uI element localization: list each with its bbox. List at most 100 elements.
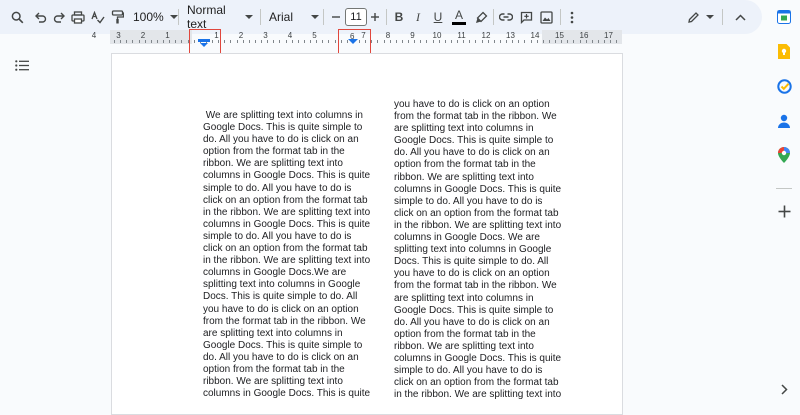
divider [260, 9, 261, 25]
ruler-tick [181, 40, 182, 43]
ruler-tick [420, 40, 421, 43]
add-icon[interactable] [776, 203, 792, 219]
ruler-tick [145, 40, 146, 43]
chevron-down-icon [311, 15, 319, 19]
ruler-tick [494, 40, 495, 43]
ruler-tick [377, 40, 378, 43]
divider [560, 9, 561, 25]
bold-icon[interactable]: B [392, 0, 406, 34]
ruler-tick [304, 40, 305, 43]
ruler-tick [151, 40, 152, 43]
underline-icon[interactable]: U [431, 0, 445, 34]
ruler-tick [512, 40, 513, 43]
ruler-number: 1 [165, 31, 170, 40]
ruler-tick [237, 40, 238, 43]
spellcheck-icon[interactable] [89, 0, 107, 34]
ruler-number: 4 [287, 31, 293, 40]
ruler-tick [114, 40, 115, 43]
document-page[interactable]: We are splitting text into columns in Go… [111, 53, 623, 415]
ruler-tick [139, 40, 140, 43]
ruler-tick [592, 40, 593, 43]
edit-mode-icon[interactable] [685, 0, 715, 34]
ruler-tick [390, 40, 391, 43]
link-icon[interactable] [498, 0, 514, 34]
toolbar: 100% Normal text Arial 11 B I U A [0, 0, 762, 34]
ruler-tick [567, 40, 568, 43]
ruler-tick [586, 40, 587, 43]
ruler-tick [402, 40, 403, 43]
expand-arrow-icon[interactable] [776, 381, 792, 397]
ruler-tick [604, 40, 605, 43]
ruler-tick [543, 40, 544, 43]
font-select[interactable]: Arial [269, 0, 319, 34]
font-size-input[interactable]: 11 [345, 8, 367, 26]
ruler-number: 16 [579, 31, 589, 40]
ruler-number: 14 [530, 31, 540, 40]
undo-icon[interactable] [31, 0, 49, 34]
contacts-icon[interactable] [776, 113, 792, 129]
ruler-tick [457, 40, 458, 43]
ruler-number: 2 [140, 31, 146, 40]
ruler-number: 3 [263, 31, 268, 40]
ruler-number: 15 [555, 31, 564, 40]
ruler-tick [616, 40, 617, 43]
ruler-tick [286, 40, 287, 43]
ruler-number: 10 [432, 31, 442, 40]
left-indent-icon[interactable] [198, 34, 210, 52]
keep-icon[interactable] [776, 43, 792, 59]
comment-icon[interactable] [518, 0, 534, 34]
outline-icon[interactable] [15, 58, 29, 76]
image-icon[interactable] [538, 0, 554, 34]
ruler-tick [500, 40, 501, 43]
ruler-tick [573, 40, 574, 43]
chevron-down-icon [705, 15, 714, 19]
divider [493, 9, 494, 25]
maps-icon[interactable] [776, 147, 792, 163]
zoom-select[interactable]: 100% [133, 0, 178, 34]
ruler-number: 2 [238, 31, 244, 40]
print-icon[interactable] [69, 0, 87, 34]
ruler-tick [531, 40, 532, 43]
ruler-tick [371, 40, 372, 43]
chevron-down-icon [245, 15, 253, 19]
font-value: Arial [269, 10, 294, 24]
more-icon[interactable] [565, 0, 579, 34]
ruler-tick [549, 40, 550, 43]
ruler-tick [396, 40, 397, 43]
tasks-icon[interactable] [776, 78, 792, 94]
ruler-tick [157, 40, 158, 43]
ruler-tick [506, 40, 507, 43]
text-column-2[interactable]: you have to do is click on an option fro… [394, 99, 561, 401]
text-column-1[interactable]: We are splitting text into columns in Go… [203, 110, 370, 400]
divider [722, 9, 723, 25]
ruler-tick [169, 40, 170, 43]
collapse-icon[interactable] [732, 0, 748, 34]
ruler-tick [292, 40, 293, 43]
ruler-tick [310, 40, 311, 43]
column-marker[interactable]: 6 [346, 32, 360, 45]
ruler-tick [255, 40, 256, 43]
search-icon[interactable] [8, 0, 26, 34]
highlight-icon[interactable] [473, 0, 489, 34]
text-color-icon[interactable]: A [451, 0, 467, 34]
side-panel [768, 0, 800, 400]
calendar-icon[interactable] [776, 9, 792, 25]
ruler-number: 3 [116, 31, 121, 40]
text-color-swatch [452, 22, 466, 25]
ruler-tick [469, 40, 470, 43]
ruler-tick [610, 40, 611, 43]
divider [323, 9, 324, 25]
chevron-down-icon [169, 15, 178, 19]
ruler-tick [230, 40, 231, 43]
italic-icon[interactable]: I [411, 0, 425, 34]
ruler-tick [524, 40, 525, 43]
redo-icon[interactable] [50, 0, 68, 34]
text-color-label: A [454, 8, 463, 22]
paint-format-icon[interactable] [108, 0, 126, 34]
ruler-number: 4 [91, 31, 97, 40]
ruler-tick [322, 40, 323, 43]
ruler-tick [132, 40, 133, 43]
ruler-tick [482, 40, 483, 43]
ruler-tick [224, 40, 225, 43]
ruler-tick [120, 40, 121, 43]
